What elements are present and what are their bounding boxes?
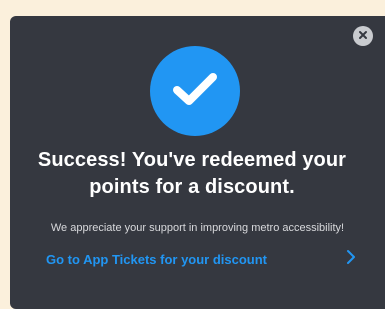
checkmark-icon bbox=[171, 70, 219, 113]
cta-label: Go to App Tickets for your discount bbox=[46, 251, 268, 267]
dialog-title: Success! You've redeemed your points for… bbox=[37, 149, 347, 198]
success-badge bbox=[150, 46, 240, 136]
chevron-right-icon bbox=[346, 249, 356, 270]
close-icon bbox=[358, 27, 368, 45]
success-dialog: Success! You've redeemed your points for… bbox=[10, 16, 385, 309]
close-button[interactable] bbox=[353, 26, 373, 46]
dialog-subtitle: We appreciate your support in improving … bbox=[50, 222, 345, 234]
go-to-app-tickets-link[interactable]: Go to App Tickets for your discount bbox=[46, 249, 356, 269]
